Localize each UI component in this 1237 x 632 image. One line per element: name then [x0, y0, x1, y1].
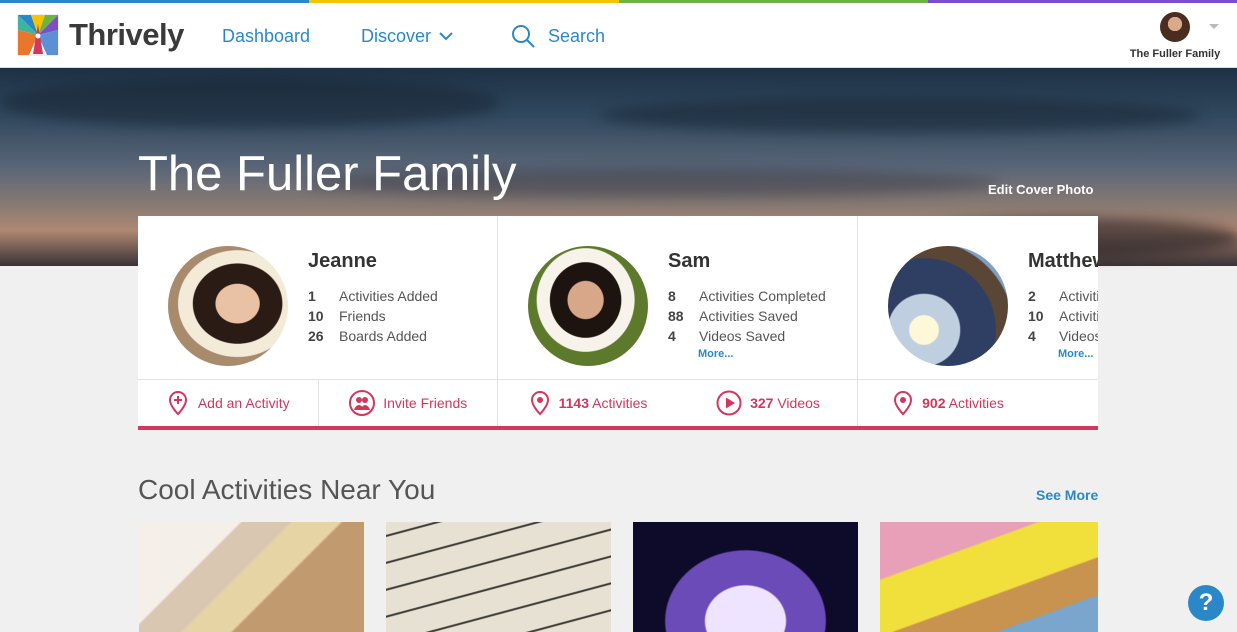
- caret-down-icon: [1209, 24, 1219, 29]
- see-more-link[interactable]: See More: [1036, 487, 1098, 503]
- stat-label: Friends: [339, 308, 386, 324]
- user-menu[interactable]: The Fuller Family: [1125, 12, 1225, 60]
- member-actions: Add an Activity Invite Friends: [138, 379, 498, 426]
- activity-card-dance[interactable]: [633, 522, 858, 632]
- top-navigation-bar: Thrively Dashboard Discover Search The F…: [0, 0, 1237, 68]
- thrively-logo[interactable]: Thrively: [17, 14, 184, 56]
- avatar: [1160, 12, 1190, 42]
- member-avatar[interactable]: [168, 246, 288, 366]
- stat-label: Videos Saved: [699, 328, 786, 344]
- user-name: The Fuller Family: [1129, 48, 1221, 60]
- stat-label: Videos: [1059, 328, 1098, 344]
- member-avatar[interactable]: [528, 246, 648, 366]
- nav-discover[interactable]: Discover: [361, 26, 453, 47]
- brand-color-stripes: [0, 0, 1237, 3]
- activities-count-button[interactable]: 1143 Activities: [498, 380, 678, 426]
- member-stats: 2 Activities 10 Activities 4 Videos More...: [1028, 286, 1098, 360]
- videos-label: Videos: [777, 395, 820, 411]
- stat-label: Activities Saved: [699, 308, 798, 324]
- stat-count: 10: [1028, 308, 1044, 324]
- stat-label: Activities: [1059, 308, 1098, 324]
- play-icon: [716, 390, 742, 416]
- add-activity-label: Add an Activity: [197, 395, 290, 411]
- member-actions: 902 Activities: [858, 379, 1098, 426]
- section-title: Cool Activities Near You: [138, 474, 436, 505]
- nav-dashboard[interactable]: Dashboard: [222, 26, 310, 47]
- stat-label: Boards Added: [339, 328, 427, 344]
- nav-search-label: Search: [548, 26, 606, 46]
- stat-count: 2: [1028, 288, 1036, 304]
- map-pin-icon: [530, 390, 549, 416]
- member-card: Sam 8 Activities Completed 88 Activities S…: [498, 216, 858, 426]
- page-title: The Fuller Family: [138, 147, 517, 201]
- nav-search[interactable]: Search: [511, 24, 605, 49]
- help-button[interactable]: ?: [1188, 585, 1224, 621]
- stat-count: 26: [308, 328, 324, 344]
- activities-label: Activities: [948, 395, 1004, 411]
- stat-count: 10: [308, 308, 324, 324]
- stat-label: Activities Completed: [699, 288, 826, 304]
- map-pin-icon: [894, 390, 913, 416]
- member-card: Matthew 2 Activities 10 Activities 4 Videos…: [858, 216, 1098, 426]
- activities-count-button[interactable]: 902 Activities: [858, 380, 1038, 426]
- activities-count: 1143: [558, 395, 589, 411]
- member-name[interactable]: Matthew: [1028, 250, 1098, 273]
- stat-count: 8: [668, 288, 676, 304]
- nav-discover-label: Discover: [361, 26, 432, 46]
- map-pin-plus-icon: [168, 390, 187, 416]
- stat-label: Activities: [1059, 288, 1098, 304]
- invite-friends-label: Invite Friends: [383, 395, 468, 411]
- activities-label: Activities: [592, 395, 648, 411]
- more-link[interactable]: More...: [1058, 348, 1098, 360]
- activity-card-music[interactable]: [386, 522, 611, 632]
- thrively-logo-icon: [17, 14, 59, 56]
- stat-count: 4: [1028, 328, 1036, 344]
- edit-cover-photo-link[interactable]: Edit Cover Photo: [988, 182, 1093, 197]
- videos-count: 327: [750, 395, 774, 411]
- family-members-carousel: Jeanne 1 Activities Added 10 Friends 26 Boa…: [138, 216, 1098, 430]
- stat-count: 88: [668, 308, 684, 324]
- videos-count-button[interactable]: 327 Videos: [678, 380, 858, 426]
- member-name[interactable]: Jeanne: [308, 250, 377, 273]
- more-link[interactable]: More...: [698, 348, 826, 360]
- member-avatar[interactable]: [888, 246, 1008, 366]
- activity-card-painting[interactable]: [139, 522, 364, 632]
- activity-card-crafts[interactable]: [880, 522, 1098, 632]
- stat-count: 1: [308, 288, 316, 304]
- activities-count: 902: [922, 395, 946, 411]
- invite-friends-button[interactable]: Invite Friends: [317, 380, 499, 426]
- chevron-down-icon: [439, 32, 453, 41]
- friends-icon: [349, 390, 376, 416]
- member-stats: 1 Activities Added 10 Friends 26 Boards Add…: [308, 286, 438, 346]
- brand-name: Thrively: [69, 17, 184, 52]
- member-stats: 8 Activities Completed 88 Activities Saved…: [668, 286, 826, 360]
- add-activity-button[interactable]: Add an Activity: [138, 380, 318, 426]
- search-icon: [512, 25, 535, 48]
- member-actions: 1143 Activities 327 Videos: [498, 379, 858, 426]
- stat-label: Activities Added: [339, 288, 438, 304]
- member-card: Jeanne 1 Activities Added 10 Friends 26 Boa…: [138, 216, 498, 426]
- stat-count: 4: [668, 328, 676, 344]
- member-name[interactable]: Sam: [668, 250, 710, 273]
- videos-count-button[interactable]: [1038, 380, 1098, 426]
